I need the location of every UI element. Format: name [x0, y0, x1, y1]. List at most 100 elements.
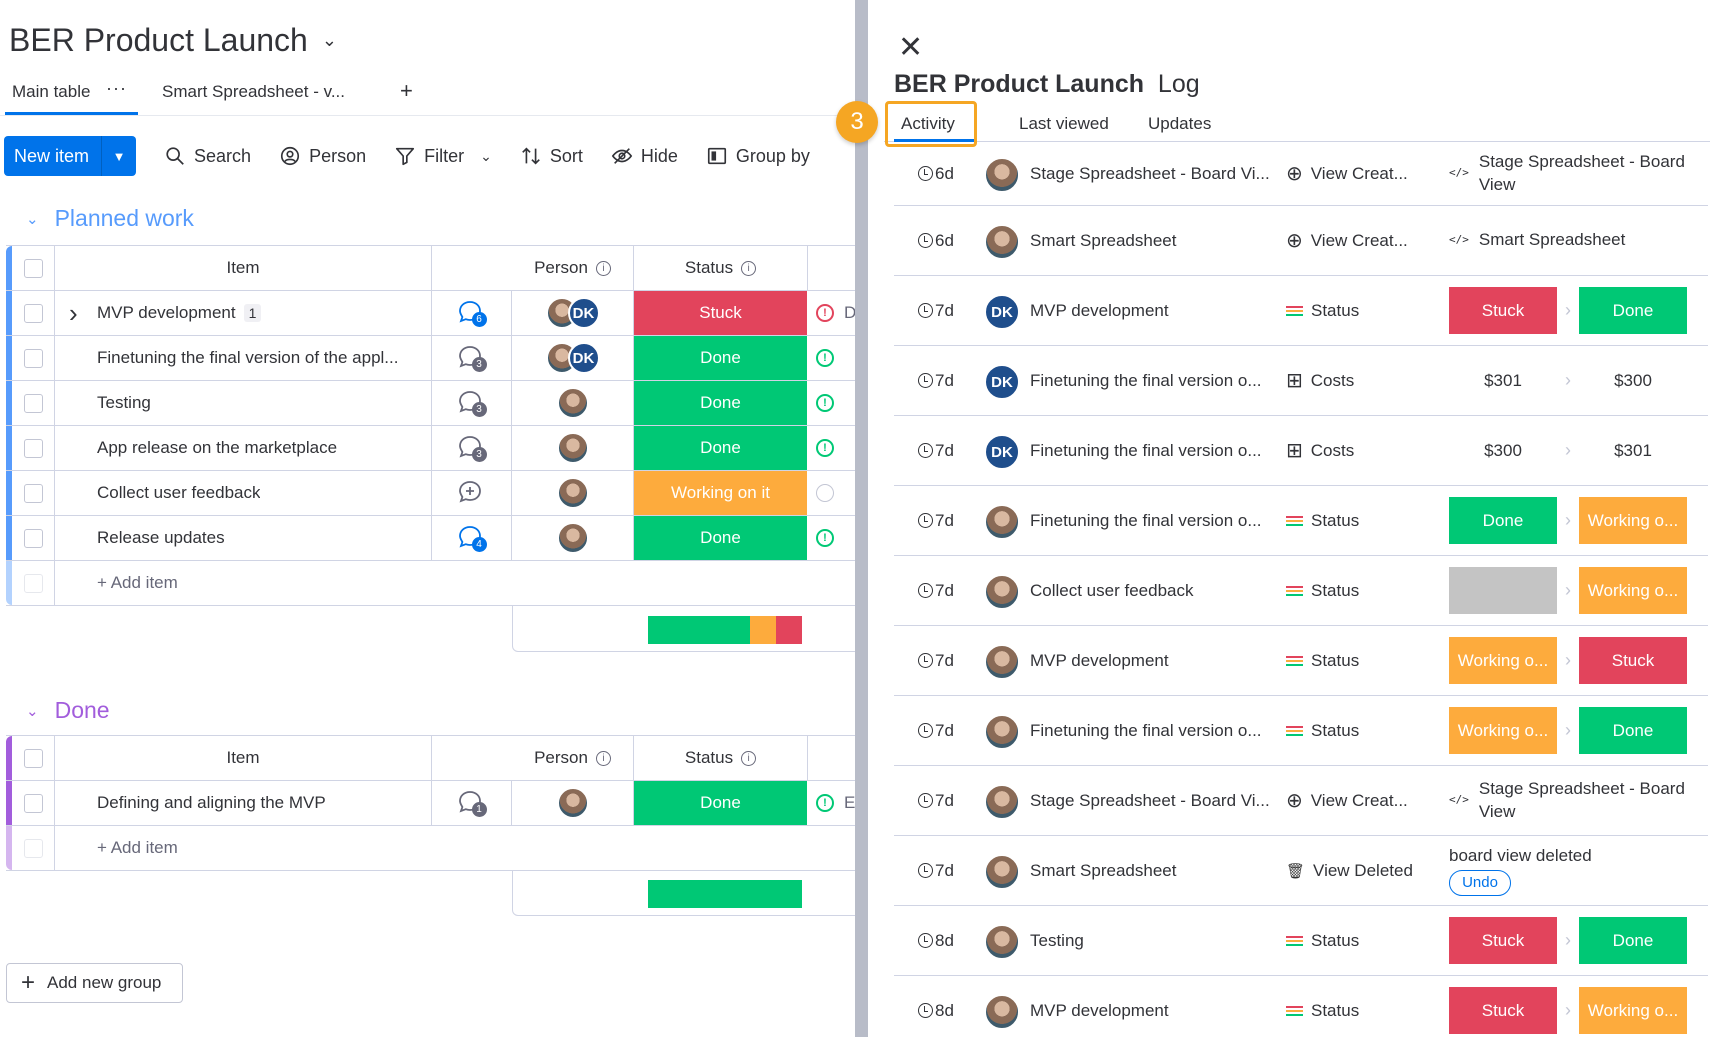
column-header-person[interactable]: Person i [512, 246, 634, 290]
add-new-group-button[interactable]: + Add new group [6, 963, 183, 1003]
status-cell[interactable]: Done [634, 426, 808, 470]
close-icon[interactable]: ✕ [898, 30, 923, 65]
updates-cell[interactable] [432, 471, 512, 515]
tab-main-table[interactable]: Main table [12, 82, 90, 102]
updates-cell[interactable]: 3 [432, 426, 512, 470]
updates-icon[interactable]: 3 [457, 344, 487, 372]
checkbox-box[interactable] [23, 483, 43, 503]
person-cell[interactable] [512, 471, 634, 515]
status-cell[interactable]: Stuck [634, 291, 808, 335]
log-row[interactable]: 7d Finetuning the final version o... Statu… [894, 486, 1708, 556]
row-checkbox[interactable] [12, 516, 55, 560]
info-icon[interactable]: i [595, 260, 611, 276]
updates-icon[interactable]: 6 [457, 299, 487, 327]
log-user[interactable] [984, 574, 1020, 610]
tab-last-viewed[interactable]: Last viewed [1019, 114, 1109, 134]
log-row[interactable]: 8d Testing Status Stuck › Done [894, 906, 1708, 976]
chevron-down-icon[interactable]: ⌄ [26, 702, 39, 720]
log-row[interactable]: 8d MVP development Status Stuck › Working o..… [894, 976, 1708, 1037]
log-row[interactable]: 7d Smart Spreadsheet 🗑 View Deleted board vi… [894, 836, 1708, 906]
sort-button[interactable]: Sort [520, 145, 583, 167]
hide-button[interactable]: Hide [611, 145, 678, 167]
group-title-done[interactable]: ⌄ Done [26, 697, 110, 724]
info-icon[interactable]: i [595, 750, 611, 766]
table-row[interactable]: › MVP development 1 6 DK Stuck! D [6, 291, 855, 336]
row-checkbox[interactable] [12, 336, 55, 380]
log-row[interactable]: 7d Finetuning the final version o... Statu… [894, 696, 1708, 766]
checkbox-box[interactable] [23, 393, 43, 413]
checkbox-box[interactable] [23, 303, 43, 323]
column-header-status[interactable]: Status i [634, 246, 808, 290]
item-name-cell[interactable]: Defining and aligning the MVP [55, 781, 432, 825]
person-cell[interactable] [512, 781, 634, 825]
row-checkbox[interactable] [12, 381, 55, 425]
log-item-name[interactable]: Finetuning the final version o... [1030, 486, 1280, 555]
check-circle-icon[interactable]: ! [816, 794, 834, 812]
updates-cell[interactable]: 4 [432, 516, 512, 560]
log-user[interactable]: DK [984, 364, 1020, 400]
log-row[interactable]: 7d DK MVP development Status Stuck › Done [894, 276, 1708, 346]
select-all-checkbox[interactable] [12, 246, 55, 290]
log-user[interactable]: DK [984, 434, 1020, 470]
status-cell[interactable]: Done [634, 336, 808, 380]
checkbox-box[interactable] [23, 438, 43, 458]
table-row[interactable]: App release on the marketplace 3 Done! [6, 426, 855, 471]
item-name[interactable]: Collect user feedback [97, 483, 260, 503]
status-cell[interactable]: Done [634, 381, 808, 425]
empty-circle-icon[interactable] [816, 484, 834, 502]
log-item-name[interactable]: MVP development [1030, 976, 1280, 1037]
item-name-cell[interactable]: › MVP development 1 [55, 291, 432, 335]
updates-icon[interactable]: 3 [457, 434, 487, 462]
new-item-label[interactable]: New item [4, 136, 103, 176]
checkbox-box[interactable] [23, 793, 43, 813]
checkbox-box[interactable] [23, 528, 43, 548]
person-cell[interactable]: DK [512, 336, 634, 380]
info-icon[interactable]: i [741, 750, 757, 766]
column-header-status[interactable]: Status i [634, 736, 808, 780]
table-row[interactable]: Testing 3 Done! [6, 381, 855, 426]
item-name[interactable]: App release on the marketplace [97, 438, 337, 458]
row-checkbox[interactable] [12, 291, 55, 335]
checkbox-box[interactable] [23, 348, 43, 368]
check-circle-icon[interactable]: ! [816, 349, 834, 367]
status-cell[interactable]: Working on it [634, 471, 808, 515]
check-circle-icon[interactable]: ! [816, 394, 834, 412]
log-item-name[interactable]: Testing [1030, 906, 1280, 975]
select-all-checkbox[interactable] [12, 736, 55, 780]
log-row[interactable]: 7d DK Finetuning the final version o... ⊞ Co… [894, 416, 1708, 486]
chevron-down-icon[interactable]: ⌄ [322, 30, 337, 51]
table-row[interactable]: Release updates 4 Done! [6, 516, 855, 561]
status-cell[interactable]: Done [634, 781, 808, 825]
alert-icon[interactable]: ! [816, 304, 834, 322]
log-user[interactable] [984, 784, 1020, 820]
log-user[interactable] [984, 644, 1020, 680]
new-item-button[interactable]: New item ▼ [4, 136, 137, 176]
log-item-name[interactable]: Collect user feedback [1030, 556, 1280, 625]
group-name[interactable]: Done [55, 697, 110, 724]
add-item-input[interactable]: + Add item [55, 826, 178, 870]
log-user[interactable] [984, 714, 1020, 750]
add-update-icon[interactable] [457, 479, 487, 507]
log-item-name[interactable]: Stage Spreadsheet - Board Vi... [1030, 766, 1280, 835]
updates-icon[interactable]: 1 [457, 789, 487, 817]
item-name[interactable]: MVP development [97, 303, 236, 323]
item-name[interactable]: Testing [97, 393, 151, 413]
item-name-cell[interactable]: Testing [55, 381, 432, 425]
tab-updates[interactable]: Updates [1148, 114, 1211, 134]
search-button[interactable]: Search [164, 145, 251, 167]
column-header-item[interactable]: Item [55, 736, 432, 780]
row-checkbox[interactable] [12, 471, 55, 515]
person-cell[interactable]: DK [512, 291, 634, 335]
group-title-planned-work[interactable]: ⌄ Planned work [26, 205, 194, 232]
updates-cell[interactable]: 1 [432, 781, 512, 825]
add-view-icon[interactable]: + [400, 78, 413, 104]
item-name[interactable]: Release updates [97, 528, 225, 548]
updates-cell[interactable]: 6 [432, 291, 512, 335]
column-header-item[interactable]: Item [55, 246, 432, 290]
log-item-name[interactable]: Stage Spreadsheet - Board Vi... [1030, 142, 1280, 205]
chevron-down-icon[interactable]: ⌄ [480, 148, 492, 165]
log-user[interactable] [984, 504, 1020, 540]
item-name[interactable]: Defining and aligning the MVP [97, 793, 326, 813]
item-name-cell[interactable]: Release updates [55, 516, 432, 560]
status-summary[interactable] [512, 606, 855, 652]
